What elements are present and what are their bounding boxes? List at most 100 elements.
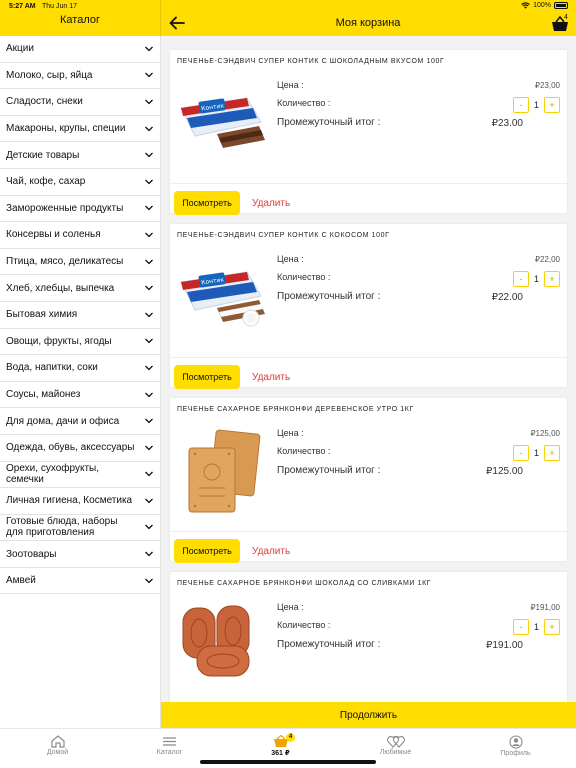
decrement-button[interactable]: - [512,271,529,287]
category-label: Хлеб, хлебцы, выпечка [6,282,115,294]
product-image[interactable] [177,600,269,692]
chevron-down-icon [145,46,153,52]
category-label: Птица, мясо, деликатесы [6,256,124,268]
cart-item-card: ПЕЧЕНЬЕ-СЭНДВИЧ СУПЕР КОНТИК С КОКОСОМ 1… [170,224,567,389]
card-divider [170,357,567,358]
product-image[interactable]: Контик [177,78,269,170]
delete-button[interactable]: Удалить [252,198,290,209]
chevron-down-icon [145,126,153,131]
category-item[interactable]: Детские товары [0,142,160,169]
subtotal-value: ₽125.00 [486,466,523,477]
card-divider [170,531,567,532]
category-item[interactable]: Бытовая химия [0,302,160,329]
category-item[interactable]: Одежда, обувь, аксессуары [0,435,160,462]
category-item[interactable]: Орехи, сухофрукты, семечки [0,462,160,489]
tab-home[interactable]: Домой [0,729,115,768]
wifi-icon [521,2,530,9]
view-button[interactable]: Посмотреть [174,365,240,389]
category-label: Готовые блюда, наборы для приготовления [6,516,118,539]
category-label: Бытовая химия [6,309,78,321]
profile-icon [508,735,523,749]
category-label: Личная гигиена, Косметика [6,495,133,507]
chevron-down-icon [145,179,153,185]
price-label: Цена : [277,254,304,264]
increment-button[interactable]: + [544,619,560,635]
category-item[interactable]: Акции [0,36,160,63]
home-indicator [200,760,376,764]
category-item[interactable]: Амвей [0,568,160,595]
category-item[interactable]: Зоотовары [0,541,160,568]
category-item[interactable]: Сладости, снеки [0,89,160,116]
status-date: Thu Jun 17 [42,3,78,10]
category-item[interactable]: Макароны, крупы, специи [0,116,160,143]
delete-button[interactable]: Удалить [252,546,290,557]
battery-percent: 100% [533,2,551,9]
category-item[interactable]: Консервы и соленья [0,222,160,249]
cart-item-card: ПЕЧЕНЬЕ САХАРНОЕ БРЯНКОНФИ ШОКОЛАД СО СЛ… [170,572,567,702]
continue-button[interactable]: Продолжить [161,702,576,728]
category-label: Овощи, фрукты, ягоды [6,335,112,347]
chevron-down-icon [145,551,153,557]
chevron-down-icon [145,418,153,424]
price-label: Цена : [277,80,304,90]
decrement-button[interactable]: - [512,619,529,635]
increment-button[interactable]: + [544,445,560,461]
category-item[interactable]: Хлеб, хлебцы, выпечка [0,275,160,302]
category-item[interactable]: Замороженные продукты [0,196,160,223]
category-item[interactable]: Чай, кофе, сахар [0,169,160,196]
product-image[interactable] [177,426,269,518]
decrement-button[interactable]: - [512,97,529,113]
price-label: Цена : [277,428,304,438]
delete-button[interactable]: Удалить [252,372,290,383]
category-item[interactable]: Молоко, сыр, яйца [0,63,160,90]
category-label: Соусы, майонез [6,389,81,401]
category-item[interactable]: Личная гигиена, Косметика [0,488,160,515]
category-item[interactable]: Вода, напитки, соки [0,355,160,382]
category-label: Замороженные продукты [6,202,124,214]
quantity-stepper: -1 + [512,271,560,287]
heart-icon [386,736,405,748]
increment-button[interactable]: + [544,97,560,113]
category-item[interactable]: Для дома, дачи и офиса [0,408,160,435]
category-item[interactable]: Птица, мясо, деликатесы [0,249,160,276]
category-item[interactable]: Готовые блюда, наборы для приготовления [0,515,160,542]
category-label: Орехи, сухофрукты, семечки [6,463,99,486]
tab-label: Профиль [500,750,531,757]
battery-icon [554,2,568,9]
increment-button[interactable]: + [544,271,560,287]
subtotal-label: Промежуточный итог : [277,465,381,476]
view-button[interactable]: Посмотреть [174,191,240,215]
tab-cart-badge: 4 [286,733,295,742]
chevron-down-icon [145,471,153,477]
home-icon [50,735,65,748]
chevron-down-icon [145,205,153,211]
quantity-stepper: -1 + [512,97,560,113]
price-label: Цена : [277,602,304,612]
tab-label: Любимые [379,749,412,756]
chevron-down-icon [145,72,153,78]
category-label: Одежда, обувь, аксессуары [6,442,135,454]
list-icon [163,737,176,746]
quantity-stepper: -1 + [512,619,560,635]
category-item[interactable]: Овощи, фрукты, ягоды [0,329,160,356]
quantity-stepper: -1 + [512,445,560,461]
view-button[interactable]: Посмотреть [174,539,240,563]
decrement-button[interactable]: - [512,445,529,461]
chevron-down-icon [145,259,153,264]
catalog-sidebar: Акции Молоко, сыр, яйца Сладости, снеки Мак… [0,36,161,731]
subtotal-label: Промежуточный итог : [277,117,381,128]
cart-item-card: ПЕЧЕНЬЕ-СЭНДВИЧ СУПЕР КОНТИК С ШОКОЛАДНЫ… [170,50,567,215]
chevron-down-icon [145,525,153,530]
page-title: Моя корзина [335,17,401,29]
subtotal-label: Промежуточный итог : [277,639,381,650]
status-bar: 5:27 AM Thu Jun 17 100% [0,0,576,13]
quantity-label: Количество : [277,620,331,630]
category-item[interactable]: Соусы, майонез [0,382,160,409]
quantity-value: 1 [533,622,539,632]
subtotal-value: ₽23.00 [491,118,523,129]
product-image[interactable]: Контик [177,252,269,344]
quantity-value: 1 [533,448,539,458]
tab-profile[interactable]: Профиль [458,729,573,768]
product-name: ПЕЧЕНЬЕ-СЭНДВИЧ СУПЕР КОНТИК С КОКОСОМ 1… [177,232,390,239]
category-label: Амвей [6,575,36,587]
